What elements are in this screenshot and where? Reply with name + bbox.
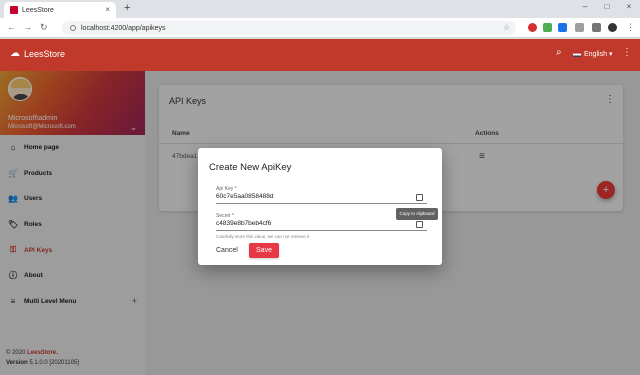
url-text: localhost:4200/app/apikeys bbox=[81, 24, 166, 32]
extension-icon[interactable] bbox=[543, 23, 552, 32]
browser-tabbar: LeesStore × + – □ × bbox=[0, 0, 640, 18]
browser-toolbar: ← → ↻ localhost:4200/app/apikeys ☆ ⋮ bbox=[0, 18, 640, 38]
minimize-icon[interactable]: – bbox=[574, 0, 596, 14]
close-window-icon[interactable]: × bbox=[618, 0, 640, 14]
extension-icon[interactable] bbox=[558, 23, 567, 32]
cancel-button[interactable]: Cancel bbox=[216, 245, 238, 256]
new-tab-icon[interactable]: + bbox=[124, 2, 130, 14]
language-label: English bbox=[584, 50, 607, 58]
search-icon[interactable]: ⌕ bbox=[556, 47, 562, 58]
secret-field[interactable]: c4839e8b7beb4cf6 bbox=[216, 220, 271, 227]
window-controls: – □ × bbox=[574, 0, 640, 14]
app-toolbar: ☁ LeesStore ⌕ English ▾ ⋮ bbox=[0, 39, 640, 71]
save-button[interactable]: Save bbox=[249, 243, 279, 258]
api-key-label: Api Key * bbox=[216, 186, 237, 192]
profile-avatar-icon[interactable] bbox=[608, 23, 617, 32]
back-icon[interactable]: ← bbox=[7, 22, 16, 32]
brand-name: LeesStore bbox=[24, 48, 66, 59]
tab-title: LeesStore bbox=[22, 6, 54, 14]
copy-icon[interactable] bbox=[416, 194, 423, 201]
tab-close-icon[interactable]: × bbox=[105, 5, 110, 14]
dialog-title: Create New ApiKey bbox=[209, 162, 292, 173]
bookmark-star-icon[interactable]: ☆ bbox=[503, 23, 510, 32]
browser-menu-icon[interactable]: ⋮ bbox=[626, 22, 635, 33]
copy-icon[interactable] bbox=[416, 221, 423, 228]
api-key-field[interactable]: 60c7e5aa0858488d bbox=[216, 193, 273, 200]
maximize-icon[interactable]: □ bbox=[596, 0, 618, 14]
info-icon bbox=[70, 25, 76, 31]
angular-icon bbox=[10, 6, 18, 14]
store-icon: ☁ bbox=[10, 48, 20, 59]
secret-underline bbox=[216, 230, 427, 231]
opera-extension-icon[interactable] bbox=[528, 23, 537, 32]
create-api-key-dialog: Create New ApiKey Api Key * 60c7e5aa0858… bbox=[198, 148, 442, 265]
reload-icon[interactable]: ↻ bbox=[40, 22, 48, 33]
us-flag-icon bbox=[573, 51, 581, 57]
api-key-underline bbox=[216, 203, 427, 204]
more-vert-icon[interactable]: ⋮ bbox=[622, 47, 632, 58]
forward-icon[interactable]: → bbox=[23, 22, 32, 32]
secret-label: Secret * bbox=[216, 213, 234, 219]
secret-hint: Carefully store this value, we can not r… bbox=[216, 234, 310, 239]
brand[interactable]: ☁ LeesStore bbox=[10, 48, 65, 59]
language-selector[interactable]: English ▾ bbox=[573, 50, 612, 58]
browser-tab[interactable]: LeesStore × bbox=[4, 2, 116, 18]
extension-icon[interactable] bbox=[575, 23, 584, 32]
address-bar[interactable]: localhost:4200/app/apikeys ☆ bbox=[62, 21, 516, 35]
copy-tooltip: Copy to clipboard bbox=[396, 208, 438, 220]
extension-icon[interactable] bbox=[592, 23, 601, 32]
chevron-down-icon: ▾ bbox=[608, 51, 613, 58]
